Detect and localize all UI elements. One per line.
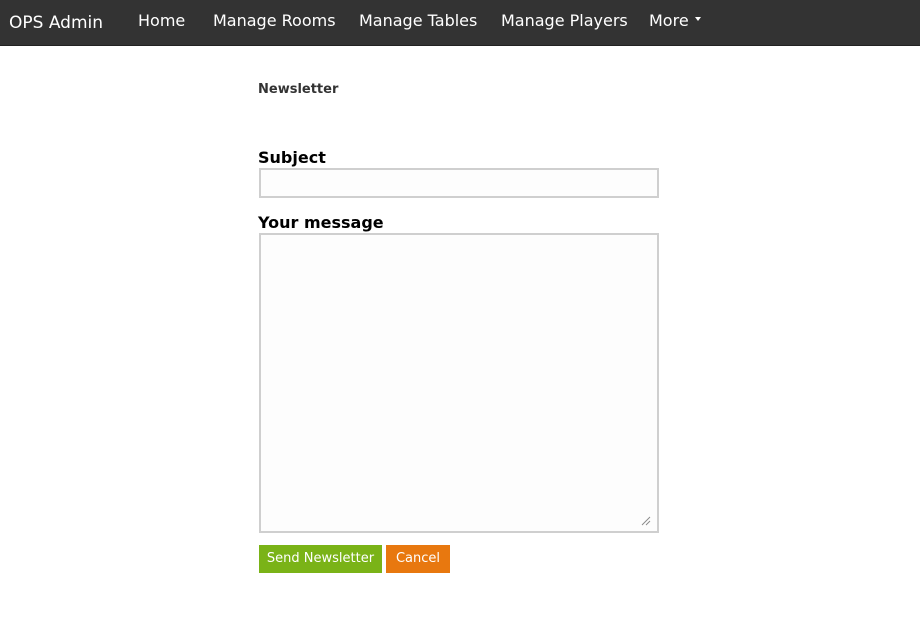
subject-input[interactable] [259,168,659,198]
page-title: Newsletter [258,82,339,97]
brand-link[interactable]: OPS Admin [9,0,103,46]
message-textarea[interactable] [259,233,659,533]
nav-item-home[interactable]: Home [138,0,185,42]
nav-item-more-dropdown[interactable]: More [649,0,701,42]
message-label: Your message [258,213,384,232]
caret-down-icon [694,16,701,21]
send-newsletter-button[interactable]: Send Newsletter [259,545,382,573]
resize-grip-icon[interactable] [641,516,651,526]
nav-item-manage-players[interactable]: Manage Players [501,0,628,42]
nav-item-label: More [649,11,689,30]
nav-item-label: Manage Players [501,11,628,30]
nav-item-label: Manage Tables [359,11,478,30]
nav-item-manage-tables[interactable]: Manage Tables [359,0,477,42]
nav-item-manage-rooms[interactable]: Manage Rooms [213,0,336,42]
cancel-button[interactable]: Cancel [386,545,450,573]
nav-item-label: Manage Rooms [213,11,336,30]
top-navbar: OPS Admin Home Manage Rooms Manage Table… [0,0,920,46]
nav-item-label: Home [138,11,186,30]
subject-label: Subject [258,148,326,167]
